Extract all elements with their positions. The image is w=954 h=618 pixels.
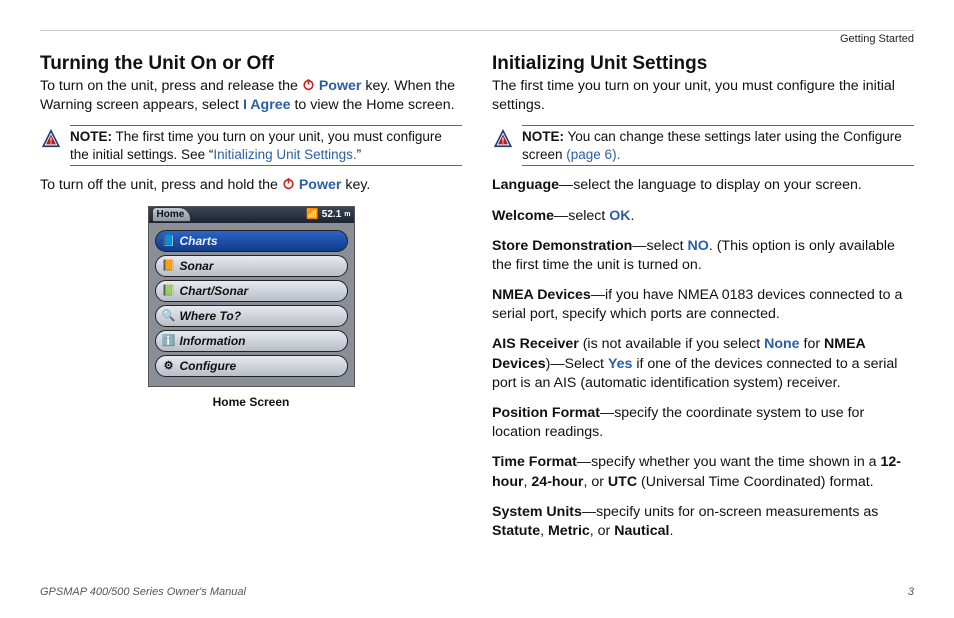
ss-item-icon: 📗 <box>162 284 176 298</box>
note-icon: ! <box>492 127 514 149</box>
note-icon: ! <box>40 127 62 149</box>
ss-item-label: Configure <box>180 359 237 373</box>
ss-item-label: Sonar <box>180 259 214 273</box>
right-intro: The first time you turn on your unit, yo… <box>492 77 914 115</box>
power-label: Power <box>319 78 362 94</box>
note-body-right: NOTE: You can change these settings late… <box>522 125 914 166</box>
svg-text:!: ! <box>502 137 505 146</box>
ss-item-label: Where To? <box>180 309 242 323</box>
setting-store: Store Demonstration—select NO. (This opt… <box>492 237 914 275</box>
ss-menu-item: ℹ️ Information <box>155 330 348 352</box>
header-topic: Getting Started <box>40 33 914 45</box>
right-heading: Initializing Unit Settings <box>492 53 914 75</box>
no-link[interactable]: NO <box>688 238 709 254</box>
svg-text:!: ! <box>50 137 53 146</box>
ss-menu-list: 📘 Charts 📙 Sonar 📗 Chart/Sonar 🔍 Where To? ℹ️ Inf… <box>149 223 354 386</box>
power-icon <box>282 177 295 190</box>
init-settings-link[interactable]: Initializing Unit Settings. <box>213 147 356 162</box>
ss-menu-item: 📙 Sonar <box>155 255 348 277</box>
ss-home-tab: Home <box>152 207 192 222</box>
note-box-right: ! NOTE: You can change these settings la… <box>492 125 914 166</box>
power-label: Power <box>299 177 342 193</box>
ss-item-icon: ⚙ <box>162 359 176 373</box>
left-column: Turning the Unit On or Off To turn on th… <box>40 53 462 552</box>
turn-on-paragraph: To turn on the unit, press and release t… <box>40 77 462 115</box>
footer-page: 3 <box>908 586 914 598</box>
ss-menu-item: ⚙ Configure <box>155 355 348 377</box>
footer: GPSMAP 400/500 Series Owner's Manual 3 <box>40 586 914 598</box>
power-icon <box>302 78 315 91</box>
ss-item-label: Charts <box>180 234 218 248</box>
ss-menu-item: 📗 Chart/Sonar <box>155 280 348 302</box>
home-screen-screenshot: Home 📶 52.1m 📘 Charts 📙 Sonar 📗 Chart/Sonar 🔍 W… <box>148 206 355 387</box>
footer-manual: GPSMAP 400/500 Series Owner's Manual <box>40 586 246 598</box>
ss-item-icon: ℹ️ <box>162 334 176 348</box>
setting-position: Position Format—specify the coordinate s… <box>492 404 914 442</box>
turn-off-paragraph: To turn off the unit, press and hold the… <box>40 176 462 195</box>
setting-welcome: Welcome—select OK. <box>492 207 914 226</box>
yes-link[interactable]: Yes <box>608 356 632 372</box>
ok-link[interactable]: OK <box>609 208 630 224</box>
setting-nmea: NMEA Devices—if you have NMEA 0183 devic… <box>492 286 914 324</box>
signal-icon: 📶 <box>306 209 318 220</box>
setting-ais: AIS Receiver (is not available if you se… <box>492 335 914 393</box>
ss-menu-item: 📘 Charts <box>155 230 348 252</box>
i-agree-link[interactable]: I Agree <box>243 97 291 113</box>
left-heading: Turning the Unit On or Off <box>40 53 462 75</box>
ss-item-label: Chart/Sonar <box>180 284 249 298</box>
note-box-left: ! NOTE: The first time you turn on your … <box>40 125 462 166</box>
setting-units: System Units—specify units for on-screen… <box>492 503 914 541</box>
ss-measurement: 📶 52.1m <box>306 209 350 220</box>
note-body-left: NOTE: The first time you turn on your un… <box>70 125 462 166</box>
none-link[interactable]: None <box>764 336 799 352</box>
ss-item-label: Information <box>180 334 246 348</box>
right-column: Initializing Unit Settings The first tim… <box>492 53 914 552</box>
header-divider <box>40 30 914 31</box>
setting-time: Time Format—specify whether you want the… <box>492 453 914 491</box>
ss-menu-item: 🔍 Where To? <box>155 305 348 327</box>
ss-item-icon: 📘 <box>162 234 176 248</box>
page-6-link[interactable]: (page 6). <box>566 147 620 162</box>
ss-item-icon: 📙 <box>162 259 176 273</box>
setting-language: Language—select the language to display … <box>492 176 914 195</box>
ss-item-icon: 🔍 <box>162 309 176 323</box>
screenshot-caption: Home Screen <box>40 395 462 409</box>
